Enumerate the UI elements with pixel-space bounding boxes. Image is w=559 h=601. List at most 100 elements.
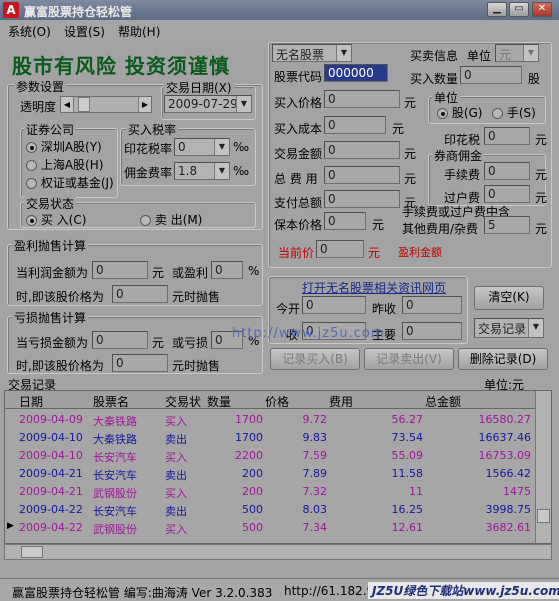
tax-label: 买入税率	[126, 121, 179, 138]
menu-settings[interactable]: 设置(S)	[64, 23, 105, 40]
table-row[interactable]: ▶ 2009-04-22 武钢股份 买入 500 7.34 12.61 3682.61	[5, 518, 535, 536]
col-name[interactable]: 股票名	[93, 393, 129, 410]
unit-lot-radio[interactable]: 手(S)	[492, 104, 536, 121]
stamp-tax-select[interactable]: 0 ▼	[174, 138, 230, 156]
table-row[interactable]: 2009-04-09 大秦铁路 买入 1700 9.72 56.27 16580.27	[5, 410, 535, 428]
slider-right-icon[interactable]: ▶	[138, 97, 151, 112]
broker-shenzhen[interactable]: 深圳A股(Y)	[26, 138, 102, 155]
window-title: 赢富股票持仓轻松管	[24, 5, 133, 19]
menu-help[interactable]: 帮助(H)	[118, 23, 160, 40]
chevron-down-icon[interactable]: ▼	[214, 139, 229, 155]
col-fee[interactable]: 费用	[329, 393, 353, 410]
horizontal-scrollbar[interactable]	[4, 544, 552, 560]
status-brand: JZ5U绿色下载站www.jz5u.com	[368, 582, 559, 599]
breakeven-input[interactable]: 0	[324, 212, 366, 230]
clear-button[interactable]: 清空(K)	[474, 286, 544, 310]
vertical-scrollbar[interactable]	[535, 391, 551, 543]
code-input[interactable]: 000000	[324, 64, 388, 82]
profit-price-label: 时,即该股价格为	[16, 290, 104, 304]
records-table: 日期 股票名 交易状 数量 价格 费用 总金额 2009-04-09 大秦铁路 买入…	[4, 390, 552, 544]
cell-state: 买入	[165, 523, 187, 536]
paid-label: 支付总额	[274, 196, 323, 210]
trade-date-value: 2009-07-29	[168, 97, 238, 111]
unit-share-radio[interactable]: 股(G)	[437, 104, 483, 121]
cell-price: 7.59	[302, 449, 328, 462]
opacity-slider[interactable]: ◀ ▶	[60, 96, 152, 113]
record-sell-button[interactable]: 记录卖出(V)	[364, 348, 454, 370]
table-row[interactable]: 2009-04-10 大秦铁路 卖出 1700 9.83 73.54 16637.46	[5, 428, 535, 446]
main-input[interactable]: 0	[402, 322, 462, 340]
commission-select[interactable]: 1.8 ▼	[174, 162, 230, 180]
loss-amount-input[interactable]: 0	[92, 331, 148, 349]
opacity-label: 透明度	[20, 100, 57, 114]
cell-date: 2009-04-21	[19, 485, 83, 498]
stamp-tax-value: 0	[178, 140, 186, 154]
broker-label: 证券公司	[24, 121, 77, 138]
h-scroll-thumb[interactable]	[21, 546, 43, 558]
table-row[interactable]: 2009-04-10 长安汽车 买入 2200 7.59 55.09 16753.09	[5, 446, 535, 464]
table-row[interactable]: 2009-04-21 武钢股份 买入 200 7.32 11 1475	[5, 482, 535, 500]
cell-price: 8.03	[302, 503, 328, 516]
slider-left-icon[interactable]: ◀	[61, 97, 74, 112]
col-total[interactable]: 总金额	[425, 393, 461, 410]
info-link[interactable]: 打开无名股票相关资讯网页	[302, 279, 446, 296]
cell-state: 买入	[165, 451, 187, 464]
record-buy-button[interactable]: 记录买入(B)	[270, 348, 360, 370]
col-price[interactable]: 价格	[265, 393, 289, 410]
stock-select[interactable]: 无名股票 ▼	[272, 44, 352, 62]
menu-system[interactable]: 系统(O)	[8, 23, 51, 40]
table-row[interactable]: 2009-04-22 长安汽车 卖出 500 8.03 16.25 3998.75	[5, 500, 535, 518]
buy-price-input[interactable]: 0	[324, 90, 400, 108]
loss-group-label: 亏损抛售计算	[12, 309, 89, 326]
transfer-input[interactable]: 0	[484, 185, 530, 203]
col-state[interactable]: 交易状	[165, 393, 201, 410]
other-fee-input[interactable]: 5	[484, 216, 530, 234]
open-input[interactable]: 0	[302, 296, 366, 314]
profit-percent-input[interactable]: 0	[211, 261, 243, 279]
minimize-button[interactable]: ▁	[487, 2, 507, 17]
cell-name: 大秦铁路	[93, 433, 137, 446]
loss-price-input[interactable]: 0	[112, 354, 168, 372]
unit-select[interactable]: 元 ▼	[495, 44, 539, 62]
current-price-input[interactable]: 0	[316, 240, 364, 258]
profit-price-input[interactable]: 0	[112, 285, 168, 303]
chevron-down-icon[interactable]: ▼	[523, 45, 538, 61]
radio-icon	[26, 215, 37, 226]
stamp-input[interactable]: 0	[484, 127, 530, 145]
close-button[interactable]: ✕	[532, 2, 552, 17]
other-fee-yuan: 元	[535, 222, 548, 236]
buy-qty-input[interactable]: 0	[460, 66, 522, 84]
broker-fund[interactable]: 权证或基金(J)	[26, 174, 114, 191]
chevron-down-icon[interactable]: ▼	[336, 45, 351, 61]
scroll-thumb[interactable]	[537, 509, 550, 523]
broker-shanghai[interactable]: 上海A股(H)	[26, 156, 103, 173]
fee-total-input[interactable]: 0	[324, 166, 400, 184]
paid-input[interactable]: 0	[324, 190, 400, 208]
buy-radio[interactable]: 买 入(C)	[26, 211, 86, 228]
open-label: 今开	[276, 302, 301, 316]
delete-record-button[interactable]: 删除记录(D)	[458, 348, 548, 370]
chevron-down-icon[interactable]: ▼	[214, 163, 229, 179]
buy-cost-input[interactable]: 0	[324, 116, 386, 134]
handling-input[interactable]: 0	[484, 162, 530, 180]
buy-price-yuan: 元	[404, 96, 417, 110]
prev-close-input[interactable]: 0	[402, 296, 462, 314]
trade-date-picker[interactable]: 2009-07-29 ▼	[164, 95, 252, 113]
col-qty[interactable]: 数量	[207, 393, 231, 410]
cell-date: 2009-04-22	[19, 503, 83, 516]
fee-total-label: 总 费 用	[274, 172, 318, 186]
chevron-down-icon[interactable]: ▼	[528, 319, 543, 337]
cell-name: 长安汽车	[93, 451, 137, 464]
col-date[interactable]: 日期	[19, 393, 43, 410]
chevron-down-icon[interactable]: ▼	[236, 96, 251, 112]
cell-state: 卖出	[165, 469, 187, 482]
slider-thumb[interactable]	[78, 97, 90, 112]
table-row[interactable]: 2009-04-21 长安汽车 卖出 200 7.89 11.58 1566.42	[5, 464, 535, 482]
log-select[interactable]: 交易记录 ▼	[474, 318, 544, 338]
sell-radio[interactable]: 卖 出(M)	[140, 211, 202, 228]
profit-amount-input[interactable]: 0	[92, 261, 148, 279]
amount-input[interactable]: 0	[324, 141, 400, 159]
unit-lot-label: 手(S)	[506, 106, 536, 120]
breakeven-label: 保本价格	[274, 218, 323, 232]
maximize-button[interactable]: ▭	[509, 2, 529, 17]
